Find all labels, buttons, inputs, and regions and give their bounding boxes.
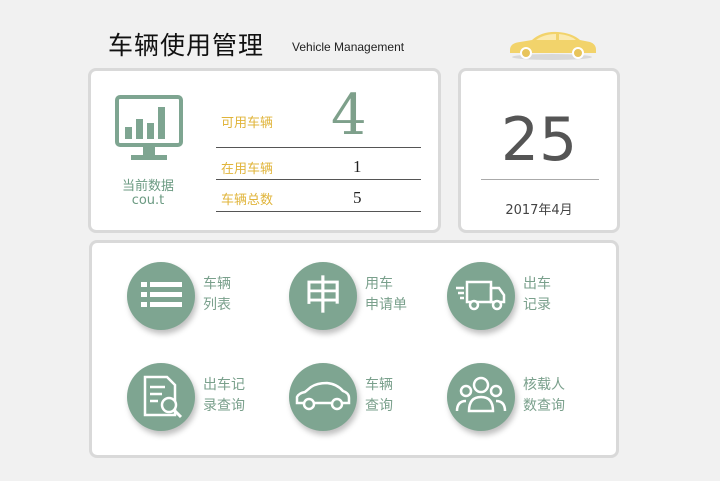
total-vehicles-value: 5 bbox=[353, 188, 362, 207]
page-title: 车辆使用管理 bbox=[108, 31, 265, 60]
vehicle-application-button[interactable]: 申 用车 申请单 bbox=[289, 262, 449, 332]
divider bbox=[216, 179, 421, 180]
divider bbox=[481, 179, 599, 180]
menu-card: 车辆 列表 申 用车 申请单 出车 记录 出车记 录查询 车辆 查询 核载人 数… bbox=[89, 240, 619, 458]
menu-label: 车辆 列表 bbox=[203, 276, 231, 313]
divider bbox=[216, 211, 421, 212]
day-number: 25 bbox=[500, 105, 578, 175]
stats-card: 当前数据 cou.t 可用车辆 4 在用车辆 1 车辆总数 5 bbox=[88, 68, 441, 233]
passenger-capacity-search-button[interactable]: 核载人 数查询 bbox=[447, 363, 607, 433]
dispatch-record-button[interactable]: 出车 记录 bbox=[447, 262, 607, 332]
document-search-icon bbox=[127, 363, 195, 431]
date-card: 25 2017年4月 bbox=[458, 68, 620, 233]
car-icon bbox=[289, 363, 357, 431]
car-icon bbox=[510, 31, 596, 60]
people-icon bbox=[447, 363, 515, 431]
month-year-text: 2017年4月 bbox=[505, 203, 573, 218]
total-vehicles-label: 车辆总数 bbox=[221, 193, 274, 208]
dispatch-record-search-button[interactable]: 出车记 录查询 bbox=[127, 363, 287, 433]
current-data-code: cou.t bbox=[131, 193, 165, 208]
truck-icon bbox=[447, 262, 515, 330]
divider bbox=[216, 147, 421, 148]
in-use-vehicles-label: 在用车辆 bbox=[221, 162, 274, 177]
menu-label: 出车 记录 bbox=[523, 276, 551, 313]
apply-icon: 申 bbox=[289, 262, 357, 330]
available-vehicles-label: 可用车辆 bbox=[221, 116, 274, 131]
menu-label: 车辆 查询 bbox=[365, 377, 393, 414]
current-data-label: 当前数据 bbox=[121, 179, 174, 194]
vehicle-list-button[interactable]: 车辆 列表 bbox=[127, 262, 287, 332]
menu-label: 用车 申请单 bbox=[365, 276, 407, 313]
list-icon bbox=[127, 262, 195, 330]
monitor-chart-icon bbox=[115, 95, 183, 160]
menu-label: 出车记 录查询 bbox=[203, 377, 245, 414]
menu-label: 核载人 数查询 bbox=[523, 377, 565, 414]
vehicle-search-button[interactable]: 车辆 查询 bbox=[289, 363, 449, 433]
in-use-vehicles-value: 1 bbox=[353, 157, 362, 176]
available-vehicles-value: 4 bbox=[331, 83, 367, 148]
page-subtitle: Vehicle Management bbox=[292, 40, 405, 54]
